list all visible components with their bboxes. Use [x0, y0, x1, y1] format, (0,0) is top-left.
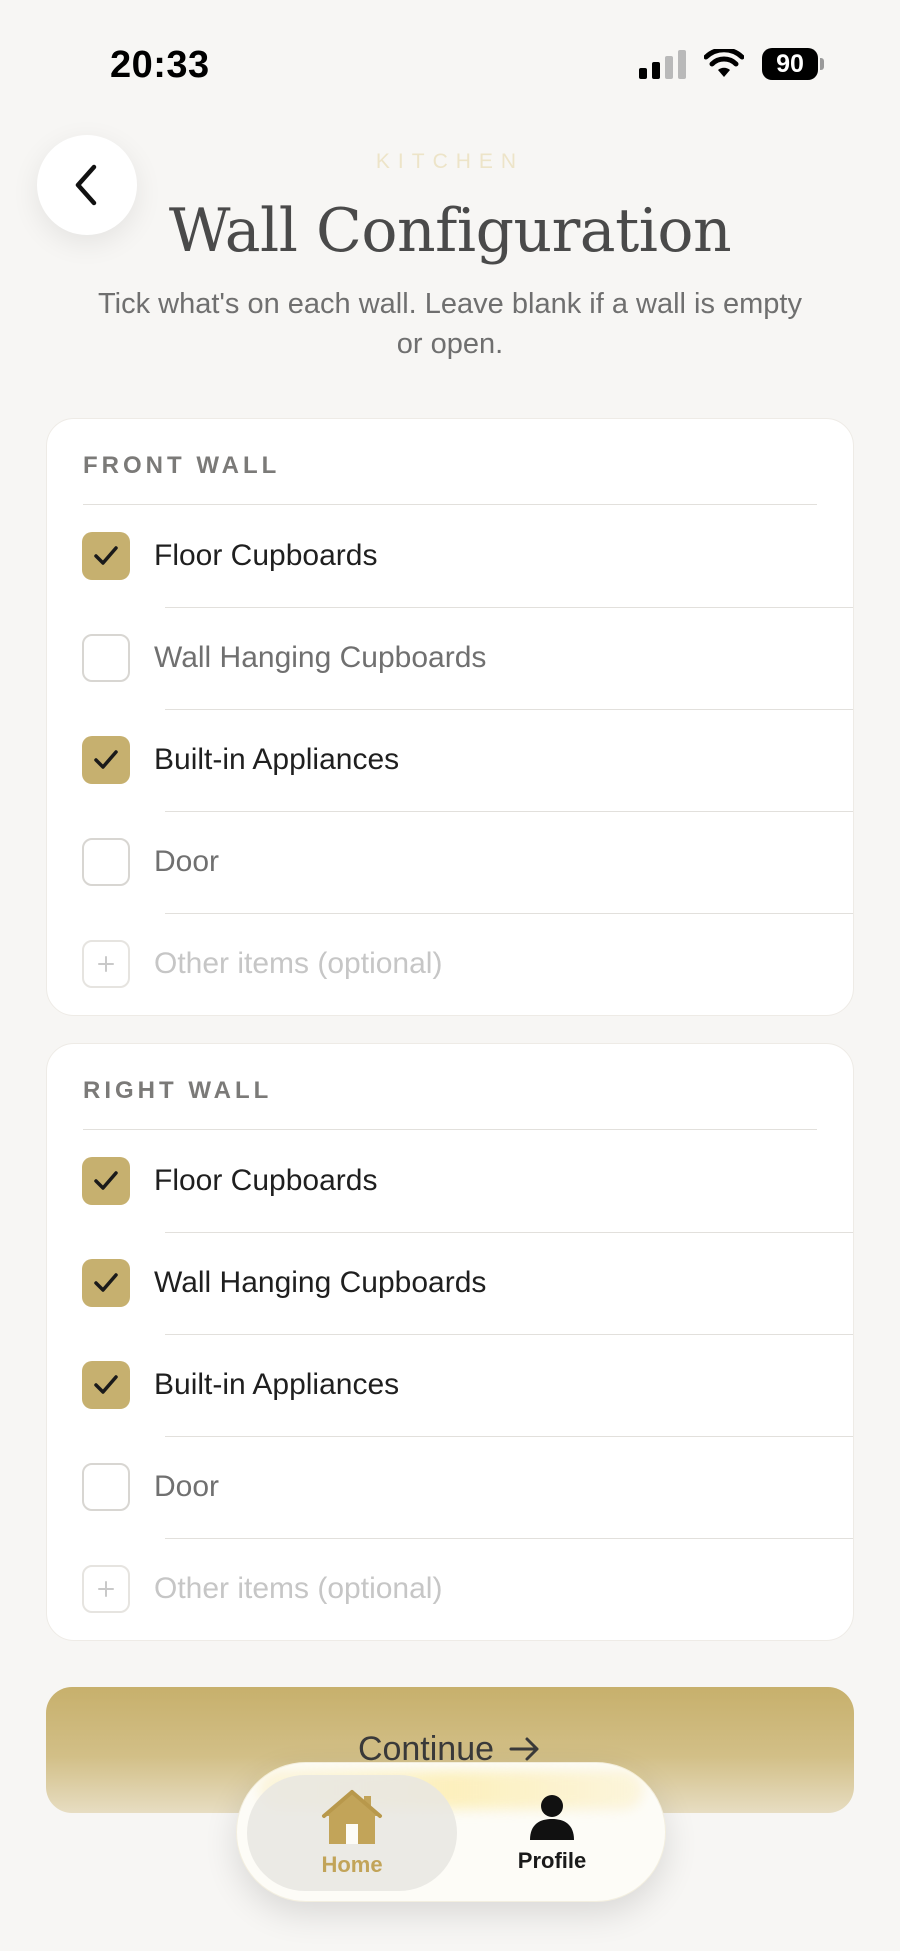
checkbox-row-door[interactable]: Door: [47, 1436, 853, 1538]
battery-icon: 90: [762, 48, 824, 80]
signal-icon: [639, 49, 686, 79]
checkmark-icon: [94, 1171, 118, 1190]
section-eyebrow: KITCHEN: [375, 150, 525, 173]
other-items-input[interactable]: Other items (optional): [154, 947, 442, 981]
tab-home[interactable]: Home: [247, 1775, 457, 1891]
arrow-right-icon: [509, 1737, 539, 1761]
checkmark-icon: [94, 1375, 118, 1394]
page-subtitle: Tick what's on each wall. Leave blank if…: [97, 288, 802, 360]
checkbox-label: Floor Cupboards: [154, 1164, 378, 1197]
tab-bar: Home Profile: [236, 1762, 666, 1902]
checkbox-row-floor-cupboards[interactable]: Floor Cupboards: [47, 505, 853, 607]
checkbox-row-door[interactable]: Door: [47, 811, 853, 913]
tab-label: Home: [321, 1852, 383, 1877]
tab-label: Profile: [517, 1848, 587, 1873]
wifi-icon: [704, 49, 744, 77]
checkbox-checked[interactable]: [82, 736, 130, 784]
checkmark-icon: [94, 546, 118, 565]
checkbox-unchecked[interactable]: [82, 634, 130, 682]
checkbox-label: Door: [154, 845, 220, 878]
checkbox-label: Built-in Appliances: [154, 743, 400, 776]
battery-level: 90: [762, 48, 818, 80]
status-icons: 90: [639, 48, 824, 80]
add-item-button[interactable]: [82, 1565, 130, 1613]
checkbox-checked[interactable]: [82, 532, 130, 580]
status-time: 20:33: [110, 44, 210, 86]
checkbox-unchecked[interactable]: [82, 1463, 130, 1511]
checkmark-icon: [94, 750, 118, 769]
checkbox-checked[interactable]: [82, 1259, 130, 1307]
checkbox-row-wall-hanging-cupboards[interactable]: Wall Hanging Cupboards: [47, 607, 853, 709]
checkbox-unchecked[interactable]: [82, 838, 130, 886]
other-items-row[interactable]: Other items (optional): [47, 1538, 853, 1640]
tab-profile[interactable]: Profile: [447, 1775, 657, 1891]
home-icon: [322, 1790, 382, 1844]
plus-icon: [98, 1581, 114, 1597]
checkbox-label: Wall Hanging Cupboards: [154, 641, 487, 674]
checkbox-row-built-in-appliances[interactable]: Built-in Appliances: [47, 709, 853, 811]
checkbox-label: Door: [154, 1470, 220, 1503]
page-title: Wall Configuration: [168, 196, 732, 266]
checkbox-label: Built-in Appliances: [154, 1368, 400, 1401]
other-items-row[interactable]: Other items (optional): [47, 913, 853, 1015]
checkmark-icon: [94, 1273, 118, 1292]
checkbox-checked[interactable]: [82, 1361, 130, 1409]
status-bar: 20:33 90: [0, 0, 900, 130]
wall-title: FRONT WALL: [83, 419, 817, 505]
checkbox-checked[interactable]: [82, 1157, 130, 1205]
other-items-input[interactable]: Other items (optional): [154, 1572, 442, 1606]
wall-title: RIGHT WALL: [83, 1044, 817, 1130]
plus-icon: [98, 956, 114, 972]
right-wall-card: RIGHT WALL Floor Cupboards Wall Hanging …: [46, 1043, 854, 1641]
checkbox-label: Floor Cupboards: [154, 539, 378, 572]
add-item-button[interactable]: [82, 940, 130, 988]
checkbox-row-floor-cupboards[interactable]: Floor Cupboards: [47, 1130, 853, 1232]
checkbox-row-wall-hanging-cupboards[interactable]: Wall Hanging Cupboards: [47, 1232, 853, 1334]
checkbox-row-built-in-appliances[interactable]: Built-in Appliances: [47, 1334, 853, 1436]
front-wall-card: FRONT WALL Floor Cupboards Wall Hanging …: [46, 418, 854, 1016]
checkbox-label: Wall Hanging Cupboards: [154, 1266, 487, 1299]
profile-icon: [530, 1795, 574, 1840]
